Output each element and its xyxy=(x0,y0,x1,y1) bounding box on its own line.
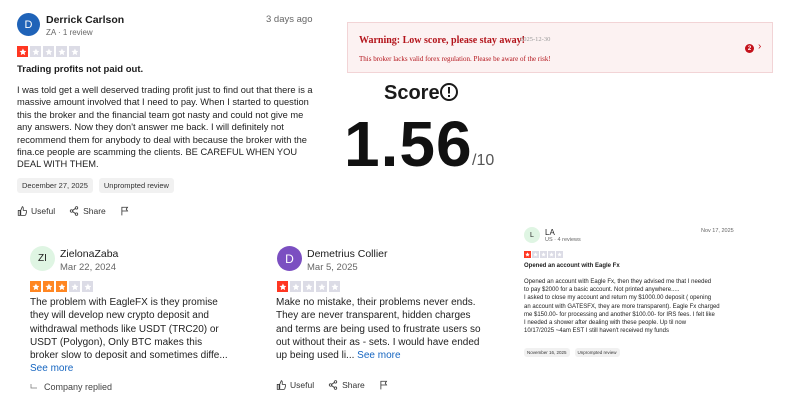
reviewer-avatar[interactable]: L xyxy=(524,227,540,243)
star-empty-icon xyxy=(548,251,555,258)
thumbs-up-icon xyxy=(17,206,27,216)
see-more-link[interactable]: See more xyxy=(30,363,73,374)
star-empty-icon xyxy=(43,46,54,57)
reply-icon xyxy=(30,384,37,389)
share-icon xyxy=(69,206,79,216)
star-rating xyxy=(30,281,93,292)
avatar-initial: D xyxy=(24,18,33,31)
reviewer-meta: US · 4 reviews xyxy=(545,237,581,243)
star-empty-icon xyxy=(316,281,327,292)
see-more-link[interactable]: See more xyxy=(357,350,400,361)
star-filled-icon xyxy=(277,281,288,292)
star-empty-icon xyxy=(290,281,301,292)
share-icon xyxy=(328,380,338,390)
review-body-line: Opened an account with Eagle Fx, then th… xyxy=(524,279,712,285)
star-empty-icon xyxy=(30,46,41,57)
report-button[interactable] xyxy=(120,206,130,216)
star-empty-icon xyxy=(329,281,340,292)
review-body-line: 10/17/2025 ~4am EST I still haven't rece… xyxy=(524,328,669,335)
review-body: Make no mistake, their problems never en… xyxy=(276,296,486,362)
review-date: Nov 17, 2025 xyxy=(701,228,734,234)
review-body: Opened an account with Eagle Fx, then th… xyxy=(524,278,746,335)
reviewer-avatar[interactable]: D xyxy=(17,13,40,36)
review-body-line: I needed a shower after dealing with the… xyxy=(524,320,687,327)
unprompted-tag: Unprompted review xyxy=(98,178,174,193)
company-replied-label: Company replied xyxy=(44,382,113,392)
star-empty-icon xyxy=(82,281,93,292)
review-tags: December 27, 2025 Unprompted review xyxy=(17,178,174,193)
report-button[interactable] xyxy=(379,380,389,390)
useful-label: Useful xyxy=(31,206,56,216)
share-label: Share xyxy=(83,206,106,216)
star-filled-icon xyxy=(56,281,67,292)
avatar-initial: D xyxy=(285,251,294,266)
star-rating xyxy=(524,251,563,258)
review-date: 3 days ago xyxy=(266,14,313,25)
warning-banner[interactable]: Warning: Low score, please stay away! 20… xyxy=(347,22,773,73)
score-label: Score xyxy=(384,82,440,104)
thumbs-up-icon xyxy=(276,380,286,390)
warning-count-badge: 2 xyxy=(745,44,754,53)
review-body-line: an account with GATESFX, they are more t… xyxy=(524,303,720,310)
star-empty-icon xyxy=(69,46,80,57)
review-title: Opened an account with Eagle Fx xyxy=(524,263,620,269)
star-empty-icon xyxy=(532,251,539,258)
reviewer-name[interactable]: ZielonaZaba xyxy=(60,248,118,260)
review-actions: Useful Share xyxy=(276,380,389,390)
star-empty-icon xyxy=(540,251,547,258)
chevron-right-icon[interactable]: › xyxy=(758,41,761,52)
reviewer-name[interactable]: Derrick Carlson xyxy=(46,14,124,26)
star-rating xyxy=(277,281,340,292)
review-date-tag: December 27, 2025 xyxy=(17,178,93,193)
warning-title: Warning: Low score, please stay away! xyxy=(359,35,525,46)
review-date-tag: November 16, 2025 xyxy=(524,348,570,357)
star-empty-icon xyxy=(303,281,314,292)
review-body-line: I asked to close my account and return m… xyxy=(524,295,712,302)
review-date: Mar 22, 2024 xyxy=(60,262,116,273)
flag-icon xyxy=(380,380,388,390)
share-button[interactable]: Share xyxy=(328,380,365,390)
useful-button[interactable]: Useful xyxy=(276,380,314,390)
score-value: 1.56 xyxy=(344,108,473,180)
score-max: /10 xyxy=(472,152,495,169)
review-date: Mar 5, 2025 xyxy=(307,262,358,273)
warning-date: 2025-12-30 xyxy=(520,36,551,43)
reviewer-avatar[interactable]: ZI xyxy=(30,246,55,271)
company-replied[interactable]: Company replied xyxy=(30,382,112,392)
warning-text: This broker lacks valid forex regulation… xyxy=(359,55,551,63)
review-tags: November 16, 2025 Unprompted review xyxy=(524,348,620,357)
unprompted-tag: Unprompted review xyxy=(574,348,620,357)
star-filled-icon xyxy=(43,281,54,292)
review-actions: Useful Share xyxy=(17,206,130,216)
avatar-initial: ZI xyxy=(38,253,47,264)
star-filled-icon xyxy=(17,46,28,57)
star-filled-icon xyxy=(524,251,531,258)
review-body-line: me $150.00- for processing and another $… xyxy=(524,311,715,318)
review-title: Trading profits not paid out. xyxy=(17,64,144,75)
share-label: Share xyxy=(342,380,365,390)
review-body: The problem with EagleFX is they promise… xyxy=(30,297,228,362)
share-button[interactable]: Share xyxy=(69,206,106,216)
useful-button[interactable]: Useful xyxy=(17,206,55,216)
reviewer-name[interactable]: Demetrius Collier xyxy=(307,248,388,260)
star-rating xyxy=(17,46,80,57)
avatar-initial: L xyxy=(530,231,534,239)
useful-label: Useful xyxy=(290,380,315,390)
info-icon[interactable] xyxy=(439,82,459,107)
reviewer-avatar[interactable]: D xyxy=(277,246,302,271)
star-empty-icon xyxy=(56,46,67,57)
flag-icon xyxy=(121,206,129,216)
star-empty-icon xyxy=(69,281,80,292)
reviewer-name[interactable]: LA xyxy=(545,228,555,237)
review-body-line: to pay $2000 for a basic account. Not pr… xyxy=(524,287,680,294)
star-empty-icon xyxy=(556,251,563,258)
review-body: I was told get a well deserved trading p… xyxy=(17,85,313,170)
reviewer-meta: ZA · 1 review xyxy=(46,28,93,37)
star-filled-icon xyxy=(30,281,41,292)
